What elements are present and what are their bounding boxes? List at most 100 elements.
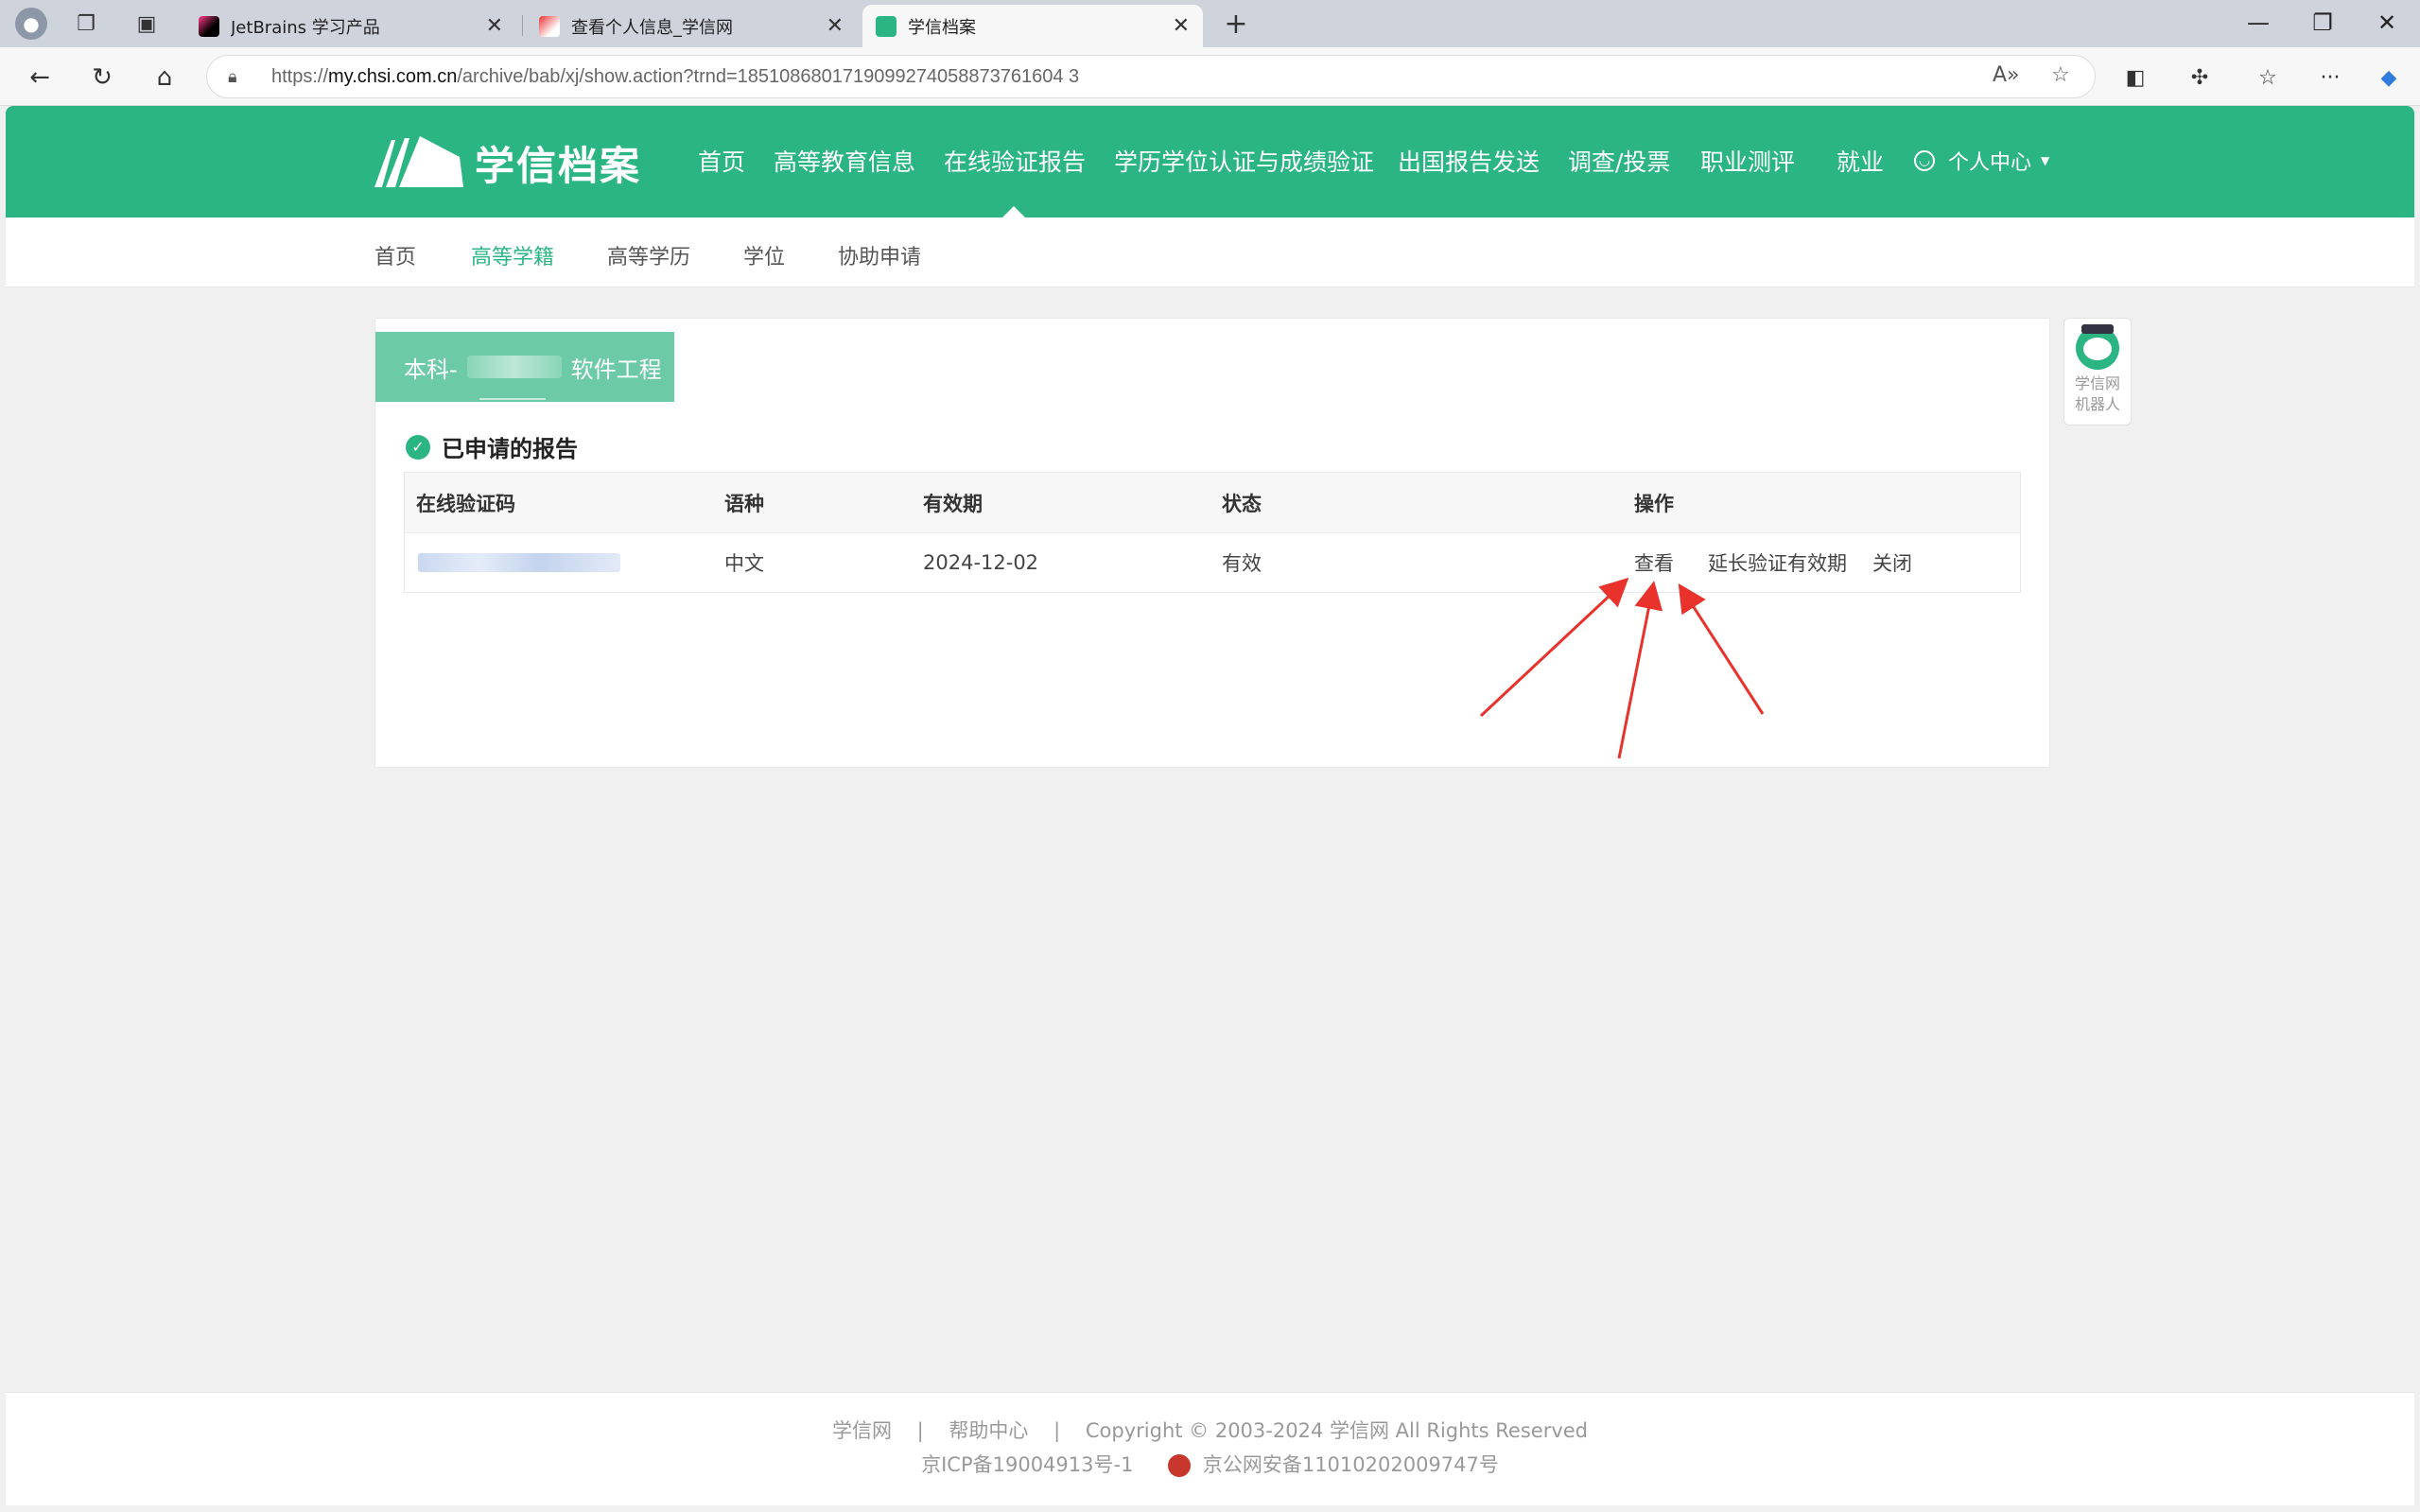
url-host: my.chsi.com.cn (328, 65, 458, 87)
table-row: 中文 2024-12-02 有效 查看 延长验证有效期 关闭 (405, 533, 2020, 592)
chevron-down-icon: ▼ (2041, 154, 2050, 167)
extend-validity-link[interactable]: 延长验证有效期 (1708, 533, 1847, 592)
read-aloud-icon[interactable]: A» (1993, 63, 2020, 87)
footer-icp[interactable]: 京ICP备19004913号-1 (921, 1453, 1133, 1476)
site-header: 学信档案 首页 高等教育信息 在线验证报告 学历学位认证与成绩验证 出国报告发送… (6, 106, 2414, 217)
nav-degree-certification[interactable]: 学历学位认证与成绩验证 (1114, 144, 1374, 178)
subnav-assist-apply[interactable]: 协助申请 (838, 240, 921, 270)
tab-title: JetBrains 学习产品 (231, 17, 380, 38)
collections-icon[interactable]: ◧ (2118, 61, 2152, 95)
profile-button[interactable]: ● (15, 8, 47, 40)
footer-copyright: Copyright © 2003-2024 学信网 All Rights Res… (1085, 1419, 1589, 1442)
url-prefix: https:// (271, 65, 329, 87)
degree-major: 软件工程 (570, 356, 662, 383)
status-cell: 有效 (1222, 552, 1262, 575)
tab-underline (479, 398, 546, 400)
extensions-icon[interactable]: ✣ (2183, 61, 2217, 95)
favorite-star-icon[interactable]: ☆ (2051, 63, 2070, 87)
blurred-verification-code (418, 553, 620, 572)
nav-online-verification[interactable]: 在线验证报告 (944, 144, 1086, 178)
col-actions: 操作 (1634, 492, 1674, 515)
table-header: 在线验证码 语种 有效期 状态 操作 (405, 473, 2020, 533)
user-center-menu[interactable]: ◡ 个人中心 ▼ (1914, 146, 2049, 176)
degree-tab[interactable]: 本科- 软件工程 (375, 332, 674, 402)
xuexin-favicon-icon (876, 15, 897, 37)
jetbrains-favicon-icon (199, 15, 219, 37)
close-tab-icon[interactable]: ✕ (486, 14, 503, 38)
more-menu-icon[interactable]: ··· (2313, 61, 2347, 95)
user-center-label: 个人中心 (1948, 151, 2032, 175)
chatbot-widget[interactable]: 学信网 机器人 (2063, 318, 2132, 426)
nav-higher-education[interactable]: 高等教育信息 (774, 144, 915, 178)
restore-icon[interactable]: ❐ (2294, 4, 2351, 42)
site-viewport: 学信档案 首页 高等教育信息 在线验证报告 学历学位认证与成绩验证 出国报告发送… (6, 106, 2414, 1505)
robot-avatar-icon (2076, 324, 2119, 370)
subnav-degree[interactable]: 学位 (743, 240, 785, 270)
col-language: 语种 (724, 492, 764, 515)
logo-text: 学信档案 (475, 142, 642, 189)
tab-xuexin-archive[interactable]: 学信档案 ✕ (862, 5, 1203, 47)
lock-icon[interactable]: 🔒︎ (228, 67, 249, 87)
close-report-link[interactable]: 关闭 (1872, 533, 1912, 592)
nav-career-test[interactable]: 职业测评 (1700, 144, 1795, 178)
sub-nav: 首页 高等学籍 高等学历 学位 协助申请 (6, 217, 2414, 287)
minimize-icon[interactable]: — (2230, 4, 2287, 42)
footer-link-help[interactable]: 帮助中心 (949, 1419, 1028, 1442)
back-icon[interactable]: ← (23, 61, 57, 95)
browser-tab-bar: ● ❐ ▣ JetBrains 学习产品 ✕ 查看个人信息_学信网 ✕ 学信档案… (0, 0, 2420, 47)
site-footer: 学信网 | 帮助中心 | Copyright © 2003-2024 学信网 A… (6, 1392, 2414, 1505)
favorites-icon[interactable]: ☆ (2251, 61, 2285, 95)
annotation-arrows (1479, 577, 1765, 759)
url-text: https://my.chsi.com.cn/archive/bab/xj/sh… (271, 66, 1079, 88)
window-close-icon[interactable]: ✕ (2359, 4, 2415, 42)
user-icon: ◡ (1914, 150, 1935, 171)
check-circle-icon: ✓ (406, 434, 430, 460)
police-badge-icon (1168, 1454, 1192, 1477)
tab-chsi-profile[interactable]: 查看个人信息_学信网 ✕ (526, 5, 857, 47)
col-expiry: 有效期 (923, 492, 983, 515)
vertical-tabs-icon[interactable]: ▣ (131, 8, 163, 40)
robot-label-2: 机器人 (2074, 395, 2120, 413)
nav-employment[interactable]: 就业 (1837, 144, 1884, 178)
logo-book-icon (374, 136, 463, 187)
tab-title: 学信档案 (908, 17, 976, 38)
home-icon[interactable]: ⌂ (148, 61, 182, 95)
footer-separator: | (916, 1419, 924, 1442)
footer-line-1: 学信网 | 帮助中心 | Copyright © 2003-2024 学信网 A… (6, 1416, 2414, 1444)
tab-title: 查看个人信息_学信网 (571, 17, 733, 38)
verification-code-cell[interactable] (418, 533, 620, 592)
robot-label-1: 学信网 (2074, 374, 2120, 392)
report-card: 本科- 软件工程 ✓ 已申请的报告 在线验证码 语种 有效期 状态 操作 中文 (374, 318, 2050, 768)
workspaces-icon[interactable]: ❐ (70, 8, 102, 40)
subnav-enrollment[interactable]: 高等学籍 (471, 240, 554, 270)
active-nav-indicator (1002, 206, 1025, 217)
copilot-icon[interactable]: ◆ (2372, 61, 2406, 95)
footer-police-record[interactable]: 京公网安备11010202009747号 (1203, 1453, 1499, 1476)
site-logo[interactable]: 学信档案 (374, 134, 641, 191)
profile-icon: ● (15, 8, 47, 40)
close-tab-icon[interactable]: ✕ (827, 14, 844, 38)
subnav-home[interactable]: 首页 (374, 240, 416, 270)
section-title-text: 已申请的报告 (442, 436, 578, 462)
nav-survey-vote[interactable]: 调查/投票 (1568, 144, 1670, 178)
section-title: ✓ 已申请的报告 (406, 430, 578, 463)
degree-level: 本科- (404, 356, 458, 383)
tab-jetbrains[interactable]: JetBrains 学习产品 ✕ (185, 5, 516, 47)
browser-toolbar: ← ↻ ⌂ 🔒︎ https://my.chsi.com.cn/archive/… (0, 47, 2420, 106)
report-table: 在线验证码 语种 有效期 状态 操作 中文 2024-12-02 有效 查看 延… (404, 472, 2021, 593)
footer-separator: | (1053, 1419, 1061, 1442)
address-bar[interactable]: 🔒︎ https://my.chsi.com.cn/archive/bab/xj… (206, 55, 2096, 98)
reload-icon[interactable]: ↻ (85, 61, 119, 95)
blurred-school-name (466, 356, 562, 378)
view-report-link[interactable]: 查看 (1634, 533, 1674, 592)
expiry-cell: 2024-12-02 (923, 551, 1039, 574)
url-path: /archive/bab/xj/show.action?trnd=1851086… (457, 65, 1080, 87)
subnav-education[interactable]: 高等学历 (607, 240, 690, 270)
chsi-favicon-icon (539, 15, 560, 37)
nav-overseas-report[interactable]: 出国报告发送 (1398, 144, 1540, 178)
nav-home[interactable]: 首页 (698, 144, 745, 178)
new-tab-icon[interactable]: + (1220, 8, 1252, 41)
close-tab-icon[interactable]: ✕ (1173, 14, 1190, 38)
language-cell: 中文 (724, 552, 764, 575)
footer-link-chsi[interactable]: 学信网 (832, 1419, 892, 1442)
